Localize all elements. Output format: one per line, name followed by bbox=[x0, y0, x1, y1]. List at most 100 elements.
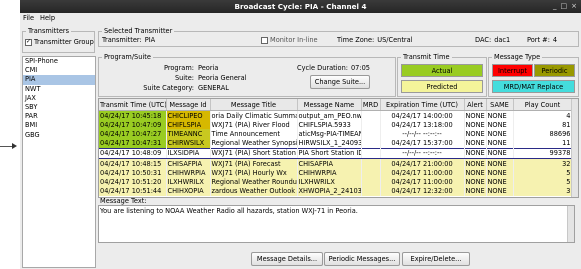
table-cell-same: NONE bbox=[486, 168, 514, 178]
dac-field: DAC: dac1 bbox=[475, 36, 510, 44]
sidebar-item-pia[interactable]: PIA bbox=[23, 75, 95, 85]
transmitter-group-checkbox[interactable]: Transmitter Group bbox=[25, 38, 94, 46]
maximize-icon[interactable]: □ bbox=[561, 2, 568, 10]
transmit-time-label: Transmit Time bbox=[401, 53, 452, 61]
table-cell-mrd bbox=[361, 129, 381, 139]
suite-label: Suite: bbox=[174, 74, 194, 82]
table-cell-title: WXJ71 (PIA) Short Station I bbox=[210, 147, 298, 159]
table-cell-count: 5 bbox=[513, 168, 573, 178]
sidebar-item-spi-phone[interactable]: SPI-Phone bbox=[23, 57, 95, 66]
table-row[interactable]: 04/24/17 10:50:31 CHIHWRPIA WXJ71 (PIA) Ho… bbox=[99, 168, 573, 178]
table-scrollbar[interactable] bbox=[571, 99, 578, 197]
table-cell-time: 04/24/17 10:47:09 bbox=[99, 120, 167, 130]
actual-indicator: Actual bbox=[401, 64, 483, 77]
table-cell-exp: 04/24/17 12:32:00 bbox=[380, 186, 465, 196]
table-cell-exp: --/--/-- --:--:-- bbox=[380, 147, 465, 159]
minimize-icon[interactable]: _ bbox=[553, 2, 557, 10]
column-header[interactable]: Transmit Time (UTC) bbox=[99, 99, 167, 111]
table-cell-mrd bbox=[361, 177, 381, 187]
port-field: Port #: 4 bbox=[527, 36, 557, 44]
program-suite-group: Program/Suite Program: Peoria Suite: Peo… bbox=[98, 53, 396, 97]
menu-help[interactable]: Help bbox=[40, 14, 55, 22]
cycle-duration-field: Cycle Duration: 07:05 bbox=[297, 64, 370, 72]
column-header[interactable]: SAME bbox=[486, 99, 514, 111]
table-cell-name: output_am_PEO.nwr bbox=[297, 110, 362, 121]
table-cell-name: CHISAFPIA bbox=[297, 158, 362, 169]
broadcast-message-table[interactable]: Transmit Time (UTC) Message Id Message Tit… bbox=[98, 98, 579, 198]
message-text-area[interactable]: You are listening to NOAA Weather Radio … bbox=[98, 205, 575, 243]
transmit-time-group: Transmit Time Actual Predicted bbox=[397, 53, 487, 97]
change-suite-button[interactable]: Change Suite... bbox=[310, 75, 370, 89]
table-cell-time: 04/24/17 10:45:18 bbox=[99, 110, 167, 121]
message-text-scrollbar[interactable] bbox=[567, 206, 574, 242]
cycle-duration-value: 07:05 bbox=[350, 64, 370, 72]
sidebar-item-bmi[interactable]: BMI bbox=[23, 121, 95, 130]
timezone-value: US/Central bbox=[377, 36, 413, 44]
table-row[interactable]: 04/24/17 10:47:27 TIMEANNC Time Announceme… bbox=[99, 129, 573, 139]
sidebar-item-gbg[interactable]: GBG bbox=[23, 131, 95, 140]
table-row[interactable]: 04/24/17 10:51:44 CHIHXOPIA zardous Weathe… bbox=[99, 186, 573, 196]
column-header[interactable]: MRD bbox=[361, 99, 381, 111]
table-cell-same: NONE bbox=[486, 147, 514, 159]
column-header[interactable]: Message Title bbox=[210, 99, 298, 111]
table-cell-mrd bbox=[361, 147, 381, 159]
table-cell-id: CHIHWRPIA bbox=[166, 168, 211, 178]
checkbox-unchecked-icon bbox=[261, 36, 268, 44]
column-header[interactable]: Expiration Time (UTC) bbox=[380, 99, 465, 111]
table-cell-count: 99378 bbox=[513, 147, 573, 159]
table-cell-name: CHIHWRPIA bbox=[297, 168, 362, 178]
message-text-value: You are listening to NOAA Weather Radio … bbox=[100, 207, 358, 215]
table-cell-same: NONE bbox=[486, 186, 514, 196]
message-type-label: Message Type bbox=[492, 53, 543, 61]
port-value: 4 bbox=[552, 36, 558, 44]
transmitter-value: PIA bbox=[144, 36, 156, 44]
message-details-button[interactable]: Message Details... bbox=[251, 252, 323, 266]
column-header[interactable]: Message Id bbox=[166, 99, 211, 111]
expire-delete-button[interactable]: Expire/Delete... bbox=[402, 252, 470, 266]
column-header[interactable]: Play Count bbox=[513, 99, 573, 111]
menu-file[interactable]: File bbox=[23, 14, 34, 22]
table-cell-exp: 04/24/17 11:00:00 bbox=[380, 177, 465, 187]
table-cell-time: 04/24/17 10:51:44 bbox=[99, 186, 167, 196]
sidebar-item-cmi[interactable]: CMI bbox=[23, 66, 95, 75]
table-cell-mrd bbox=[361, 110, 381, 121]
column-header[interactable]: Alert bbox=[464, 99, 487, 111]
table-row[interactable]: 04/24/17 10:47:09 CHIFLSPIA WXJ71 (PIA) Ri… bbox=[99, 120, 573, 130]
table-cell-time: 04/24/17 10:51:20 bbox=[99, 177, 167, 187]
table-row[interactable]: 04/24/17 10:45:18 CHICLIPEO oria Daily Cli… bbox=[99, 110, 573, 121]
table-row[interactable]: 04/24/17 10:48:09 ILXSIDPIA WXJ71 (PIA) Sh… bbox=[99, 147, 573, 159]
sidebar-item-jax[interactable]: JAX bbox=[23, 94, 95, 103]
table-cell-id: ILXHWRILX bbox=[166, 177, 211, 187]
table-cell-alert: NONE bbox=[464, 158, 487, 169]
periodic-messages-button[interactable]: Periodic Messages... bbox=[324, 252, 400, 266]
table-header-row: Transmit Time (UTC) Message Id Message Tit… bbox=[99, 99, 573, 111]
sidebar-item-sby[interactable]: SBY bbox=[23, 103, 95, 112]
port-label: Port #: bbox=[527, 36, 550, 44]
table-row[interactable]: 04/24/17 10:48:15 CHISAFPIA WXJ71 (PIA) Fo… bbox=[99, 158, 573, 169]
sidebar-item-par[interactable]: PAR bbox=[23, 112, 95, 121]
table-cell-same: NONE bbox=[486, 138, 514, 149]
table-cell-time: 04/24/17 10:47:27 bbox=[99, 129, 167, 139]
table-row[interactable]: 04/24/17 10:47:31 CHIRWSILX Regional Weath… bbox=[99, 138, 573, 149]
mrd-mat-replace-indicator: MRD/MAT Replace bbox=[492, 80, 575, 93]
table-cell-alert: NONE bbox=[464, 129, 487, 139]
selected-transmitter-group: Selected Transmitter Transmitter: PIA Mo… bbox=[98, 27, 579, 47]
close-icon[interactable]: × bbox=[571, 2, 577, 10]
sidebar-item-nwt[interactable]: NWT bbox=[23, 85, 95, 94]
monitor-inline-checkbox[interactable]: Monitor In-line bbox=[261, 36, 318, 44]
table-cell-title: Regional Weather Roundup bbox=[210, 177, 298, 187]
table-cell-time: 04/24/17 10:48:09 bbox=[99, 147, 167, 159]
pointer-arrow bbox=[0, 143, 17, 149]
transmitter-list[interactable]: SPI-Phone CMI PIA NWT JAX SBY PAR BMI GBG bbox=[22, 56, 96, 268]
interrupt-indicator: Interrupt bbox=[492, 64, 533, 77]
table-cell-name: XHWOPIA_2_241032 bbox=[297, 186, 362, 196]
table-cell-name: PIA Short Station ID bbox=[297, 147, 362, 159]
table-cell-name: ILXHWRILX bbox=[297, 177, 362, 187]
table-cell-count: 4 bbox=[513, 110, 573, 121]
table-cell-exp: --/--/-- --:--:-- bbox=[380, 129, 465, 139]
table-cell-id: CHICLIPEO bbox=[166, 110, 211, 121]
table-cell-alert: NONE bbox=[464, 120, 487, 130]
column-header[interactable]: Message Name bbox=[297, 99, 362, 111]
table-cell-alert: NONE bbox=[464, 147, 487, 159]
table-row[interactable]: 04/24/17 10:51:20 ILXHWRILX Regional Weath… bbox=[99, 177, 573, 187]
